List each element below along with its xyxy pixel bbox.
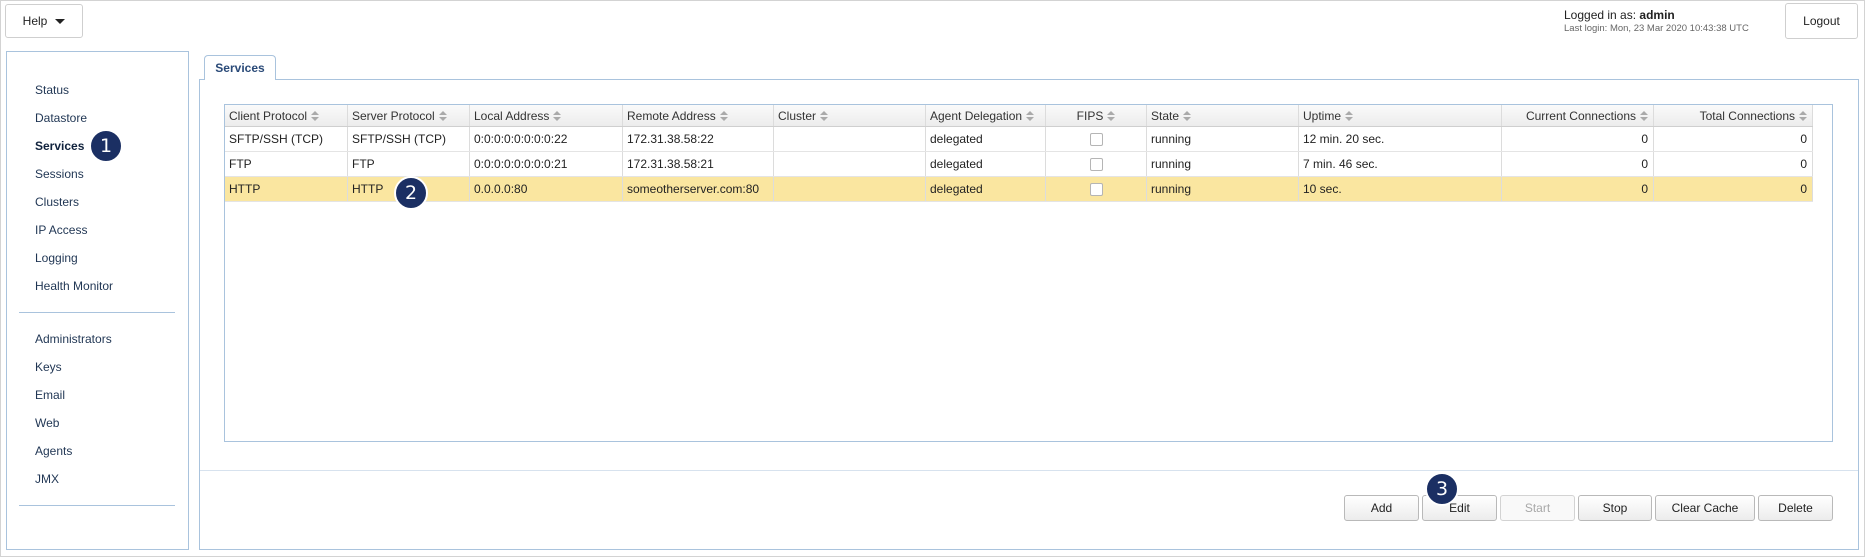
column-header-state[interactable]: State <box>1147 105 1299 126</box>
column-header-fips[interactable]: FIPS <box>1046 105 1147 126</box>
cell-remote-address: someotherserver.com:80 <box>623 177 774 201</box>
sort-icon <box>1799 110 1807 121</box>
sort-icon <box>1640 110 1648 121</box>
fips-checkbox <box>1089 132 1103 146</box>
sidebar-item-clusters[interactable]: Clusters <box>35 195 79 209</box>
column-header-client-protocol[interactable]: Client Protocol <box>225 105 348 126</box>
logout-button[interactable]: Logout <box>1785 3 1858 39</box>
sidebar-item-health-monitor[interactable]: Health Monitor <box>35 279 113 293</box>
cell-fips <box>1046 127 1147 151</box>
table-header: Client Protocol Server Protocol Local Ad… <box>225 105 1813 127</box>
logged-in-prefix: Logged in as: <box>1564 8 1637 22</box>
sidebar-item-ip-access[interactable]: IP Access <box>35 223 87 237</box>
cell-total-connections: 0 <box>1654 127 1813 151</box>
services-table: Client Protocol Server Protocol Local Ad… <box>224 104 1833 442</box>
add-button[interactable]: Add <box>1344 495 1419 521</box>
fips-checkbox <box>1089 182 1103 196</box>
column-header-uptime[interactable]: Uptime <box>1299 105 1502 126</box>
cell-uptime: 12 min. 20 sec. <box>1299 127 1502 151</box>
sort-icon <box>1183 110 1192 121</box>
start-button[interactable]: Start <box>1500 495 1575 521</box>
sidebar-item-jmx[interactable]: JMX <box>35 472 59 486</box>
column-header-current-connections[interactable]: Current Connections <box>1502 105 1654 126</box>
column-header-local-address[interactable]: Local Address <box>470 105 623 126</box>
sidebar-item-status[interactable]: Status <box>35 83 69 97</box>
cell-local-address: 0:0:0:0:0:0:0:0:21 <box>470 152 623 176</box>
login-info: Logged in as: admin Last login: Mon, 23 … <box>1564 8 1774 34</box>
sidebar-item-web[interactable]: Web <box>35 416 59 430</box>
sort-icon <box>438 110 447 121</box>
cell-cluster <box>774 127 926 151</box>
callout-badge-1: 1 <box>89 129 123 163</box>
callout-badge-2: 2 <box>394 176 428 210</box>
panel-divider <box>200 470 1858 471</box>
cell-agent-delegation: delegated <box>926 127 1046 151</box>
column-header-cluster[interactable]: Cluster <box>774 105 926 126</box>
cell-server-protocol: SFTP/SSH (TCP) <box>348 127 470 151</box>
sidebar-item-services[interactable]: Services <box>35 139 84 153</box>
fips-checkbox <box>1089 157 1103 171</box>
cell-fips <box>1046 177 1147 201</box>
cell-client-protocol: HTTP <box>225 177 348 201</box>
table-row[interactable]: SFTP/SSH (TCP) SFTP/SSH (TCP) 0:0:0:0:0:… <box>225 127 1813 152</box>
sort-icon <box>553 110 562 121</box>
column-header-total-connections[interactable]: Total Connections <box>1654 105 1813 126</box>
services-panel: Client Protocol Server Protocol Local Ad… <box>199 79 1859 550</box>
table-row[interactable]: FTP FTP 0:0:0:0:0:0:0:0:21 172.31.38.58:… <box>225 152 1813 177</box>
sort-icon <box>1026 110 1035 121</box>
caret-down-icon <box>55 18 66 24</box>
sort-icon <box>1107 110 1116 121</box>
clear-cache-button[interactable]: Clear Cache <box>1655 495 1755 521</box>
sidebar-item-sessions[interactable]: Sessions <box>35 167 84 181</box>
sidebar-item-email[interactable]: Email <box>35 388 65 402</box>
sidebar: Status Datastore Services Sessions Clust… <box>6 51 189 550</box>
cell-local-address: 0:0:0:0:0:0:0:0:22 <box>470 127 623 151</box>
stop-button[interactable]: Stop <box>1578 495 1652 521</box>
cell-client-protocol: SFTP/SSH (TCP) <box>225 127 348 151</box>
sort-icon <box>1345 110 1354 121</box>
cell-current-connections: 0 <box>1502 152 1654 176</box>
table-row-selected[interactable]: HTTP HTTP 0.0.0.0:80 someotherserver.com… <box>225 177 1813 202</box>
cell-current-connections: 0 <box>1502 127 1654 151</box>
logged-in-user: admin <box>1639 8 1675 22</box>
sidebar-item-administrators[interactable]: Administrators <box>35 332 112 346</box>
sidebar-item-keys[interactable]: Keys <box>35 360 62 374</box>
cell-cluster <box>774 177 926 201</box>
callout-badge-3: 3 <box>1425 472 1459 506</box>
cell-uptime: 10 sec. <box>1299 177 1502 201</box>
cell-local-address: 0.0.0.0:80 <box>470 177 623 201</box>
cell-current-connections: 0 <box>1502 177 1654 201</box>
cell-uptime: 7 min. 46 sec. <box>1299 152 1502 176</box>
cell-remote-address: 172.31.38.58:21 <box>623 152 774 176</box>
column-header-server-protocol[interactable]: Server Protocol <box>348 105 470 126</box>
cell-total-connections: 0 <box>1654 152 1813 176</box>
help-menu-button[interactable]: Help <box>5 4 83 38</box>
help-label: Help <box>22 14 48 28</box>
cell-remote-address: 172.31.38.58:22 <box>623 127 774 151</box>
cell-state: running <box>1147 127 1299 151</box>
cell-agent-delegation: delegated <box>926 177 1046 201</box>
sidebar-divider <box>19 312 175 313</box>
sidebar-item-datastore[interactable]: Datastore <box>35 111 87 125</box>
sort-icon <box>311 110 320 121</box>
cell-cluster <box>774 152 926 176</box>
sort-icon <box>820 110 829 121</box>
cell-client-protocol: FTP <box>225 152 348 176</box>
sort-icon <box>719 110 728 121</box>
sidebar-item-agents[interactable]: Agents <box>35 444 72 458</box>
sidebar-divider-bottom <box>19 505 175 506</box>
cell-agent-delegation: delegated <box>926 152 1046 176</box>
cell-total-connections: 0 <box>1654 177 1813 201</box>
cell-fips <box>1046 152 1147 176</box>
cell-server-protocol: FTP <box>348 152 470 176</box>
last-login: Last login: Mon, 23 Mar 2020 10:43:38 UT… <box>1564 23 1749 34</box>
column-header-agent-delegation[interactable]: Agent Delegation <box>926 105 1046 126</box>
cell-state: running <box>1147 177 1299 201</box>
delete-button[interactable]: Delete <box>1758 495 1833 521</box>
column-header-remote-address[interactable]: Remote Address <box>623 105 774 126</box>
cell-state: running <box>1147 152 1299 176</box>
tab-services[interactable]: Services <box>204 55 276 80</box>
sidebar-item-logging[interactable]: Logging <box>35 251 78 265</box>
